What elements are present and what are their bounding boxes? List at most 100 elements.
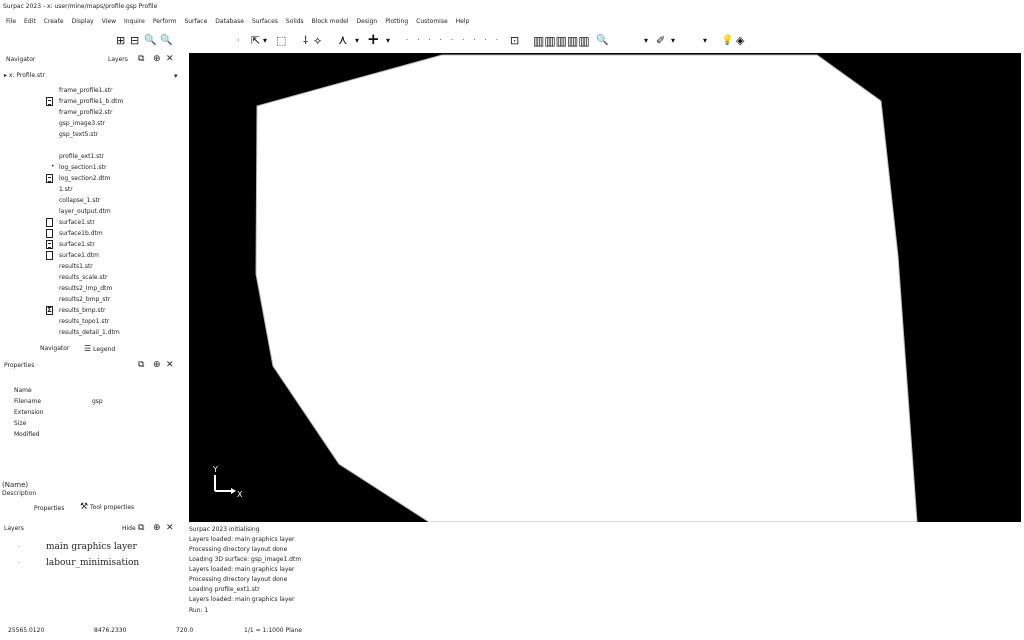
layer-visibility-icon[interactable]: · bbox=[18, 560, 20, 568]
dot-icon[interactable]: · bbox=[237, 35, 240, 47]
line-tool-icon[interactable]: ⋏ bbox=[338, 34, 348, 47]
navigator-file-item[interactable]: surface1b.dtm bbox=[59, 230, 103, 237]
snap-tools-icon[interactable]: ········· bbox=[406, 34, 507, 46]
navigator-file-item[interactable]: gsp_text5.str bbox=[59, 131, 98, 138]
prop-name-label: Name bbox=[14, 387, 32, 394]
menu-item-plotting[interactable]: Plotting bbox=[385, 18, 408, 25]
file-icon bbox=[46, 229, 53, 238]
navigator-file-item[interactable]: surface1.str bbox=[59, 219, 95, 226]
navigator-file-item[interactable]: results_topo1.str bbox=[59, 318, 109, 325]
tool-properties-tab[interactable]: ⚒ Tool properties bbox=[80, 503, 134, 512]
menu-item-design[interactable]: Design bbox=[357, 18, 378, 25]
prop-modified-label: Modified bbox=[14, 431, 40, 438]
navigator-file-item[interactable]: log_section1.str bbox=[59, 164, 106, 171]
message-line: Layers loaded: main graphics layer bbox=[189, 596, 295, 603]
light-bulb-icon[interactable]: 💡 bbox=[721, 35, 733, 47]
layer-row[interactable]: main graphics layer bbox=[46, 542, 137, 552]
prop-filename-label: Filename bbox=[14, 398, 42, 405]
rows-icon[interactable]: ⊡ bbox=[510, 35, 519, 47]
file-icon bbox=[46, 240, 53, 249]
layers-title: Layers bbox=[4, 525, 24, 532]
menu-item-help[interactable]: Help bbox=[456, 18, 470, 25]
navigator-file-item[interactable]: results2_bmp_str bbox=[59, 296, 110, 303]
menu-item-surface[interactable]: Surface bbox=[184, 18, 207, 25]
status-scale: 1/1 = 1:1000 Plane bbox=[244, 627, 302, 634]
select-pointer-icon[interactable]: ⇱ bbox=[251, 35, 260, 47]
navigator-file-item[interactable]: results1.str bbox=[59, 263, 93, 270]
prop-size-label: Size bbox=[14, 420, 27, 427]
pencil-icon[interactable]: ✐ bbox=[656, 35, 665, 47]
box-select-icon[interactable]: ⬚ bbox=[276, 35, 286, 47]
layers-hide-tab[interactable]: Hide bbox=[122, 525, 136, 533]
menu-item-solids[interactable]: Solids bbox=[286, 18, 304, 25]
line-dropdown-icon[interactable]: ▾ bbox=[355, 35, 359, 47]
graphics-viewport[interactable]: Y X bbox=[189, 53, 1021, 522]
style-dropdown-icon[interactable]: ▾ bbox=[644, 35, 648, 47]
prop-description: Description bbox=[2, 490, 37, 497]
message-line: Processing directory layout done bbox=[189, 576, 288, 583]
view-presets-icon[interactable]: ▥▥▥▥▥ bbox=[533, 35, 590, 47]
lens-icon[interactable]: 🔍 bbox=[596, 35, 608, 47]
navigator-file-item[interactable]: collapse_1.str bbox=[59, 197, 100, 204]
navigator-tree: frame_profile1.str frame_profile1_b.dtmfr… bbox=[0, 0, 185, 340]
navigator-file-item[interactable]: results2_lmp_dtm bbox=[59, 285, 112, 292]
light-dropdown-icon[interactable]: ▾ bbox=[703, 35, 707, 47]
navigator-file-item[interactable]: layer_output.dtm bbox=[59, 208, 111, 215]
float-icon[interactable]: ⧉ bbox=[138, 361, 144, 370]
message-line: Loading profile_ext1.str bbox=[189, 586, 260, 593]
menu-item-surfaces[interactable]: Surfaces bbox=[252, 18, 278, 25]
float-icon[interactable]: ⧉ bbox=[138, 524, 144, 533]
close-icon[interactable]: ✕ bbox=[166, 524, 174, 533]
legend-tab-label: Legend bbox=[93, 346, 116, 353]
point-tool-icon[interactable]: ⸸ bbox=[303, 35, 308, 47]
tool-properties-tab-label: Tool properties bbox=[90, 504, 135, 511]
navigator-tab[interactable]: Navigator bbox=[40, 345, 69, 353]
navigator-file-item[interactable]: frame_profile1_b.dtm bbox=[59, 98, 123, 105]
message-line: Surpac 2023 initialising bbox=[189, 526, 260, 533]
axis-y-label: Y bbox=[212, 465, 218, 474]
legend-tab[interactable]: ☰ Legend bbox=[84, 345, 115, 354]
command-prompt[interactable]: Run: 1 bbox=[189, 607, 208, 615]
prop-filename-value: gsp bbox=[92, 398, 103, 405]
navigator-file-item[interactable]: results_bmp.str bbox=[59, 307, 105, 314]
navigator-file-item[interactable]: gsp_image3.str bbox=[59, 120, 105, 127]
status-x-coord: 8476.2330 bbox=[94, 627, 127, 634]
file-icon bbox=[46, 97, 53, 106]
prop-name-heading: (Name) bbox=[2, 481, 29, 489]
navigator-file-item[interactable]: log_section2.dtm bbox=[59, 175, 111, 182]
select-dropdown-icon[interactable]: ▾ bbox=[263, 35, 267, 47]
menu-item-block-model[interactable]: Block model bbox=[312, 18, 349, 25]
navigator-file-item[interactable]: results_scale.str bbox=[59, 274, 107, 281]
navigator-file-item[interactable]: results_detail_1.dtm bbox=[59, 329, 120, 336]
navigator-file-item[interactable]: surface1.dtm bbox=[59, 252, 99, 259]
message-line: Layers loaded: main graphics layer bbox=[189, 566, 295, 573]
message-line: Layers loaded: main graphics layer bbox=[189, 536, 295, 543]
file-icon bbox=[46, 218, 53, 227]
digitise-icon[interactable]: ⟡ bbox=[314, 35, 321, 47]
cross-icon[interactable]: + bbox=[367, 32, 380, 47]
menu-item-customise[interactable]: Customise bbox=[416, 18, 447, 25]
pin-icon[interactable]: ⊕ bbox=[153, 361, 161, 370]
navigator-file-item[interactable]: profile_ext1.str bbox=[59, 153, 104, 160]
navigator-file-item[interactable]: frame_profile2.str bbox=[59, 109, 112, 116]
layer-row[interactable]: labour_minimisation bbox=[46, 558, 139, 568]
macro-file-icon: Σ bbox=[46, 306, 53, 315]
menu-item-database[interactable]: Database bbox=[215, 18, 244, 25]
navigator-file-item[interactable]: frame_profile1.str bbox=[59, 87, 112, 94]
status-y-coord: 25565.0120 bbox=[8, 627, 45, 634]
pencil-dropdown-icon[interactable]: ▾ bbox=[671, 35, 675, 47]
close-icon[interactable]: ✕ bbox=[166, 361, 174, 370]
list-icon: ☰ bbox=[84, 344, 92, 353]
pin-icon[interactable]: ⊕ bbox=[153, 524, 161, 533]
prop-extension-label: Extension bbox=[14, 409, 44, 416]
active-marker-icon: • bbox=[51, 163, 55, 170]
surface-polygon bbox=[255, 54, 918, 522]
axis-x-arrow bbox=[231, 488, 236, 494]
layer-visibility-icon[interactable]: · bbox=[18, 544, 20, 552]
navigator-file-item[interactable]: surface1.str bbox=[59, 241, 95, 248]
render-icon[interactable]: ◈ bbox=[736, 35, 744, 47]
properties-tab[interactable]: Properties bbox=[34, 505, 64, 513]
cross-dropdown-icon[interactable]: ▾ bbox=[386, 35, 390, 47]
navigator-file-item[interactable]: 1.str bbox=[59, 186, 73, 193]
tools-icon: ⚒ bbox=[80, 502, 89, 512]
